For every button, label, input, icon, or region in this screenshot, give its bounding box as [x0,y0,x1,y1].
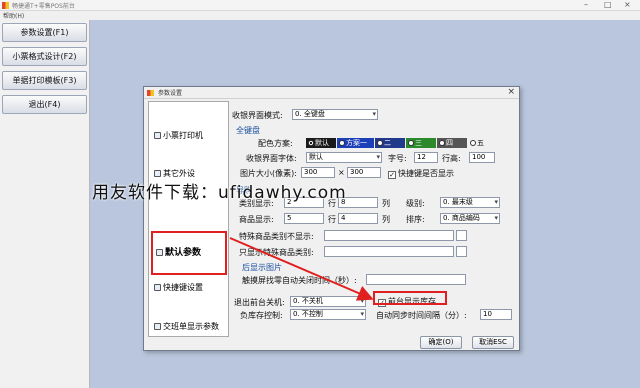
watermark-text: 用友软件下载：ufidawhy.com [92,183,347,203]
